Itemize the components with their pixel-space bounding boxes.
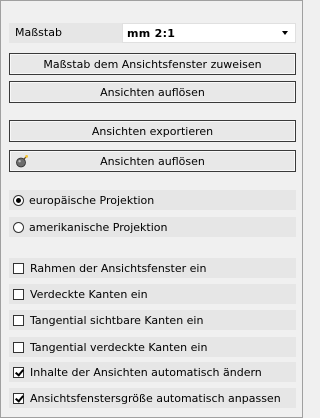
scale-value: mm 2:1 [127,26,176,40]
american-projection-option[interactable]: amerikanische Projektion [9,217,296,237]
tangent-visible-edges-option[interactable]: Tangential sichtbare Kanten ein [9,310,296,330]
scale-row: Maßstab mm 2:1 [9,23,296,43]
dissolve-views-button[interactable]: Ansichten auflösen [9,81,296,103]
auto-resize-viewport-checkbox[interactable] [13,392,24,404]
auto-update-content-checkbox[interactable] [13,366,24,378]
export-views-button[interactable]: Ansichten exportieren [9,120,296,142]
hidden-edges-label: Verdeckte Kanten ein [30,287,148,301]
tangent-hidden-edges-label: Tangential verdeckte Kanten ein [30,340,208,354]
dissolve-views-icon-button[interactable]: Ansichten auflösen [9,150,296,172]
auto-update-content-option[interactable]: Inhalte der Ansichten automatisch ändern [9,362,296,382]
tangent-hidden-edges-checkbox[interactable] [13,341,24,353]
european-projection-radio[interactable] [13,194,24,206]
scale-dropdown[interactable]: mm 2:1 [122,23,296,43]
auto-resize-viewport-label: Ansichtsfenstersgröße automatisch anpass… [30,391,281,405]
american-projection-radio[interactable] [13,221,24,233]
european-projection-option[interactable]: europäische Projektion [9,190,296,210]
dissolve-views-button-label: Ansichten auflösen [100,85,205,99]
tangent-visible-edges-label: Tangential sichtbare Kanten ein [30,313,204,327]
auto-resize-viewport-option[interactable]: Ansichtsfenstersgröße automatisch anpass… [9,388,296,408]
viewport-frame-label: Rahmen der Ansichtsfenster ein [30,261,207,275]
bomb-icon [16,155,28,168]
hidden-edges-option[interactable]: Verdeckte Kanten ein [9,284,296,304]
viewport-frame-option[interactable]: Rahmen der Ansichtsfenster ein [9,258,296,278]
assign-scale-button[interactable]: Maßstab dem Ansichtsfenster zuweisen [9,53,296,75]
scale-label: Maßstab [9,23,122,43]
european-projection-label: europäische Projektion [29,193,155,207]
auto-update-content-label: Inhalte der Ansichten automatisch ändern [30,365,262,379]
chevron-down-icon[interactable] [282,31,288,35]
american-projection-label: amerikanische Projektion [29,220,168,234]
tangent-visible-edges-checkbox[interactable] [13,314,24,326]
viewport-frame-checkbox[interactable] [13,262,24,274]
tangent-hidden-edges-option[interactable]: Tangential verdeckte Kanten ein [9,337,296,357]
export-views-button-label: Ansichten exportieren [91,124,214,138]
views-panel: Maßstab mm 2:1 Maßstab dem Ansichtsfenst… [0,0,303,418]
dissolve-views-icon-button-label: Ansichten auflösen [100,154,205,168]
hidden-edges-checkbox[interactable] [13,288,24,300]
assign-scale-button-label: Maßstab dem Ansichtsfenster zuweisen [43,57,262,71]
